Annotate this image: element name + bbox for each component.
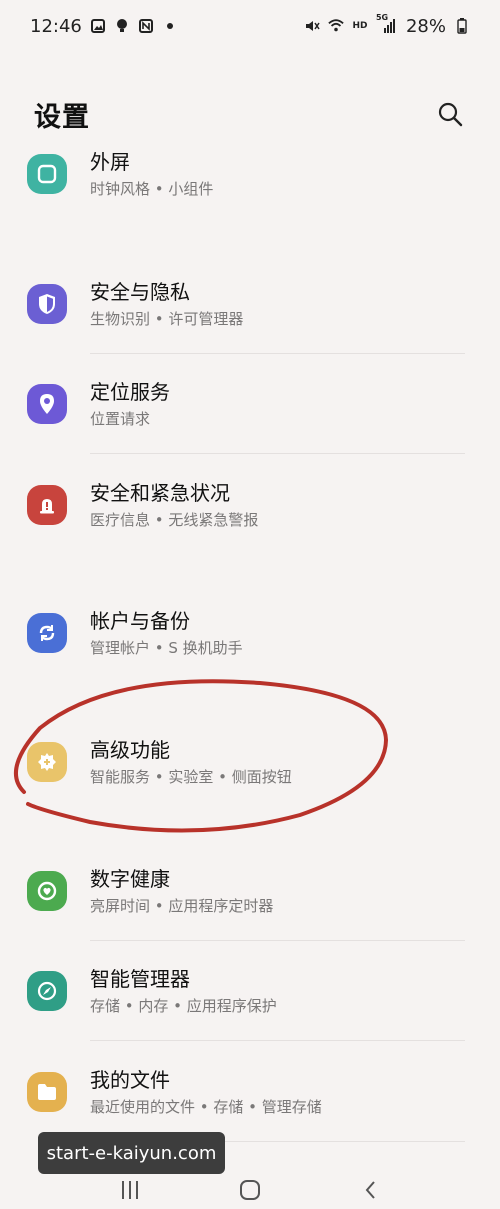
setting-text: 安全与隐私 生物识别 • 许可管理器 [90,278,243,330]
divider [90,353,465,354]
setting-item-safety-emergency[interactable]: 安全和紧急状况 医疗信息 • 无线紧急警报 [0,469,500,541]
setting-text: 帐户与备份 管理帐户 • S 换机助手 [90,607,243,659]
setting-title: 智能管理器 [90,967,190,991]
setting-text: 安全和紧急状况 医疗信息 • 无线紧急警报 [90,479,258,531]
setting-subtitle: 生物识别 • 许可管理器 [90,310,244,328]
setting-text: 外屏 时钟风格 • 小组件 [90,148,213,200]
setting-subtitle: 管理帐户 • S 换机助手 [90,639,243,657]
wellbeing-icon [27,871,67,911]
setting-title: 外屏 [90,150,130,174]
setting-subtitle: 亮屏时间 • 应用程序定时器 [90,897,274,915]
setting-subtitle: 智能服务 • 实验室 • 侧面按钮 [90,768,292,786]
setting-subtitle: 存储 • 内存 • 应用程序保护 [90,997,277,1015]
setting-item-my-files[interactable]: 我的文件 最近使用的文件 • 存储 • 管理存储 [0,1056,500,1128]
setting-title: 安全和紧急状况 [90,481,230,505]
shield-icon [27,284,67,324]
setting-text: 我的文件 最近使用的文件 • 存储 • 管理存储 [90,1066,322,1118]
folder-icon [27,1072,67,1112]
setting-subtitle: 位置请求 [90,410,151,428]
setting-item-advanced-features[interactable]: 高级功能 智能服务 • 实验室 • 侧面按钮 [0,726,500,798]
home-button[interactable] [230,1172,270,1208]
setting-subtitle: 最近使用的文件 • 存储 • 管理存储 [90,1098,322,1116]
divider [90,453,465,454]
home-icon [240,1179,260,1200]
recents-button[interactable] [110,1172,150,1208]
setting-title: 定位服务 [90,380,170,404]
setting-text: 高级功能 智能服务 • 实验室 • 侧面按钮 [90,736,292,788]
setting-text: 数字健康 亮屏时间 • 应用程序定时器 [90,865,273,917]
setting-title: 帐户与备份 [90,609,190,633]
setting-item-accounts-backup[interactable]: 帐户与备份 管理帐户 • S 换机助手 [0,597,500,669]
setting-text: 定位服务 位置请求 [90,378,170,430]
emergency-icon [27,485,67,525]
back-icon [365,1180,375,1199]
location-pin-icon [27,384,67,424]
cover-screen-icon [27,154,67,194]
advanced-gear-icon [27,742,67,782]
setting-title: 我的文件 [90,1068,170,1092]
setting-subtitle: 时钟风格 • 小组件 [90,180,214,198]
setting-subtitle: 医疗信息 • 无线紧急警报 [90,511,259,529]
recents-icon [122,1180,138,1199]
divider [90,1040,465,1041]
setting-item-cover-screen[interactable]: 外屏 时钟风格 • 小组件 [0,138,500,210]
setting-text: 智能管理器 存储 • 内存 • 应用程序保护 [90,965,277,1017]
setting-title: 高级功能 [90,738,170,762]
settings-list: 外屏 时钟风格 • 小组件 安全与隐私 生物识别 • 许可管理器 定位服务 位置… [0,0,500,1209]
watermark-label: start-e-kaiyun.com [38,1132,225,1174]
back-button[interactable] [350,1172,390,1208]
setting-title: 数字健康 [90,867,170,891]
setting-item-location[interactable]: 定位服务 位置请求 [0,368,500,440]
setting-item-security-privacy[interactable]: 安全与隐私 生物识别 • 许可管理器 [0,268,500,340]
setting-item-device-care[interactable]: 智能管理器 存储 • 内存 • 应用程序保护 [0,955,500,1027]
sync-icon [27,613,67,653]
setting-item-digital-wellbeing[interactable]: 数字健康 亮屏时间 • 应用程序定时器 [0,855,500,927]
setting-title: 安全与隐私 [90,280,190,304]
navigation-bar [0,1170,500,1209]
divider [90,940,465,941]
device-care-icon [27,971,67,1011]
